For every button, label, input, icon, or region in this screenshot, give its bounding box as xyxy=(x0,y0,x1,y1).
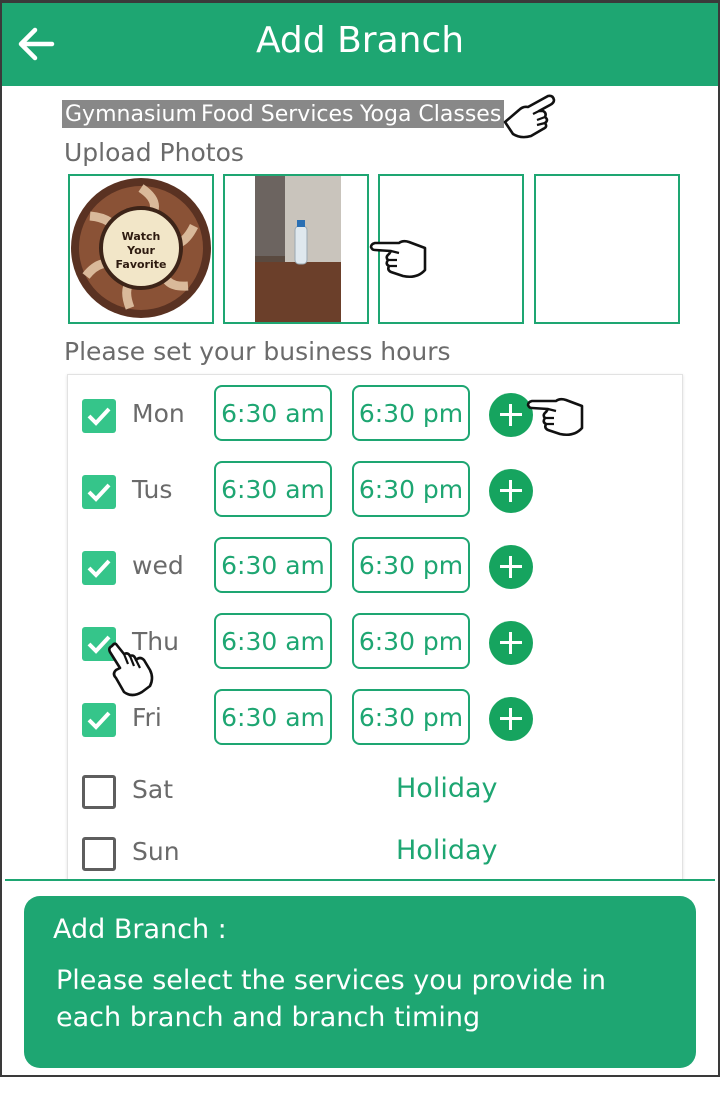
hours-row-mon: Mon 6:30 am 6:30 pm xyxy=(68,385,682,445)
photo-slot-4[interactable] xyxy=(534,174,680,324)
service-chip-food-services[interactable]: Food Services xyxy=(198,100,357,128)
day-checkbox[interactable] xyxy=(82,703,116,737)
tooltip-card: Add Branch : Please select the services … xyxy=(24,896,696,1068)
day-checkbox[interactable] xyxy=(82,399,116,433)
check-icon xyxy=(87,711,111,730)
photo-slot-2[interactable] xyxy=(223,174,369,324)
check-icon xyxy=(87,483,111,502)
photo-slot-1[interactable]: Watch Your Favorite xyxy=(68,174,214,324)
service-chip-yoga-classes[interactable]: Yoga Classes xyxy=(357,100,505,128)
day-checkbox[interactable] xyxy=(82,551,116,585)
reel-text-line-2: Your xyxy=(126,244,155,257)
day-checkbox[interactable] xyxy=(82,837,116,871)
business-hours-card: Mon 6:30 am 6:30 pm Tus 6:30 am 6:30 pm … xyxy=(67,374,683,879)
business-hours-label: Please set your business hours xyxy=(64,337,451,366)
hours-row-thu: Thu 6:30 am 6:30 pm xyxy=(68,613,682,673)
day-label: wed xyxy=(132,551,184,580)
day-label: Tus xyxy=(132,475,173,504)
add-time-slot-button[interactable] xyxy=(489,697,533,741)
check-icon xyxy=(87,559,111,578)
app-bar: Add Branch xyxy=(2,3,718,86)
hours-row-sun: Sun Holiday xyxy=(68,823,682,879)
upload-photos-label: Upload Photos xyxy=(64,138,244,167)
form-content: Gymnasium Food Services Yoga Classes Upl… xyxy=(5,86,715,881)
open-time-field[interactable]: 6:30 am xyxy=(214,689,332,745)
add-time-slot-button[interactable] xyxy=(489,621,533,665)
office-photo-image xyxy=(255,176,341,322)
hours-row-sat: Sat Holiday xyxy=(68,761,682,821)
service-chip-gymnasium[interactable]: Gymnasium xyxy=(62,100,200,128)
day-label: Fri xyxy=(132,703,162,732)
day-label: Sun xyxy=(132,837,180,866)
close-time-field[interactable]: 6:30 pm xyxy=(352,689,470,745)
hours-row-tus: Tus 6:30 am 6:30 pm xyxy=(68,461,682,521)
close-time-field[interactable]: 6:30 pm xyxy=(352,461,470,517)
close-time-field[interactable]: 6:30 pm xyxy=(352,537,470,593)
hours-row-fri: Fri 6:30 am 6:30 pm xyxy=(68,689,682,749)
hours-row-wed: wed 6:30 am 6:30 pm xyxy=(68,537,682,597)
open-time-field[interactable]: 6:30 am xyxy=(214,461,332,517)
page-title: Add Branch xyxy=(255,20,465,61)
open-time-field[interactable]: 6:30 am xyxy=(214,537,332,593)
day-label: Mon xyxy=(132,399,185,428)
add-time-slot-button[interactable] xyxy=(489,545,533,589)
film-reel-image: Watch Your Favorite xyxy=(71,178,211,318)
pointing-hand-icon xyxy=(526,397,584,437)
open-time-field[interactable]: 6:30 am xyxy=(214,385,332,441)
tooltip-title: Add Branch : xyxy=(53,914,227,945)
reel-text-line-3: Favorite xyxy=(116,258,167,271)
add-time-slot-button[interactable] xyxy=(489,469,533,513)
holiday-label: Holiday xyxy=(396,773,498,804)
day-label: Sat xyxy=(132,775,173,804)
pointing-hand-icon xyxy=(108,642,154,697)
check-icon xyxy=(87,407,111,426)
close-time-field[interactable]: 6:30 pm xyxy=(352,613,470,669)
day-checkbox[interactable] xyxy=(82,475,116,509)
reel-text-line-1: Watch xyxy=(122,230,161,243)
day-checkbox[interactable] xyxy=(82,775,116,809)
pointing-hand-icon xyxy=(503,94,556,139)
pointing-hand-icon xyxy=(369,239,427,279)
holiday-label: Holiday xyxy=(396,835,498,866)
tooltip-body: Please select the services you provide i… xyxy=(56,965,607,1033)
open-time-field[interactable]: 6:30 am xyxy=(214,613,332,669)
close-time-field[interactable]: 6:30 pm xyxy=(352,385,470,441)
